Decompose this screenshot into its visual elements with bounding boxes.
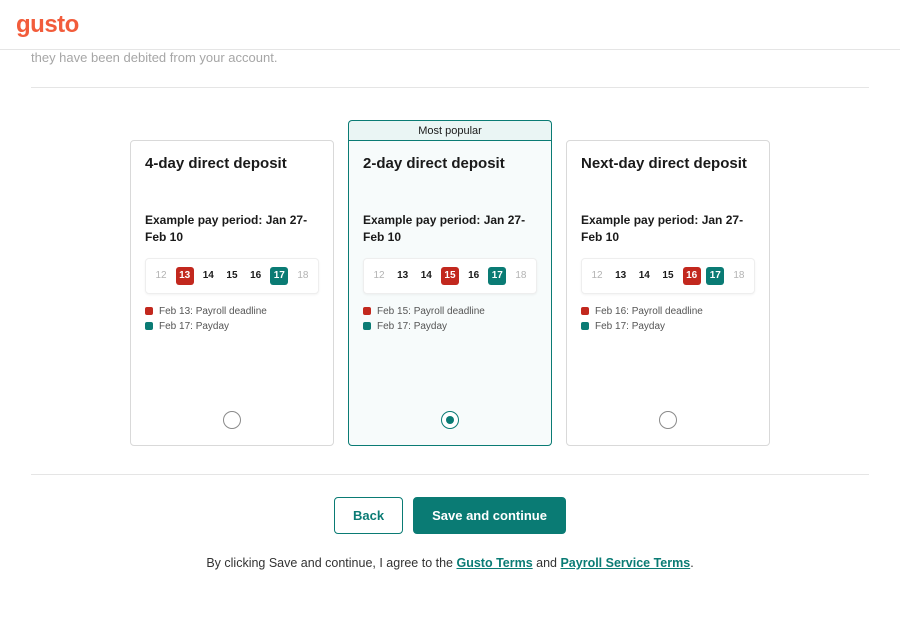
- calendar-day: 17: [488, 267, 506, 285]
- calendar-day: 17: [270, 267, 288, 285]
- terms-suffix: .: [690, 556, 693, 570]
- calendar-day: 15: [441, 267, 459, 285]
- plan-option-2[interactable]: Next-day direct deposit Example pay perio…: [566, 120, 770, 446]
- legend-row-deadline: Feb 16: Payroll deadline: [581, 306, 755, 317]
- description-fragment: they have been debited from your account…: [31, 50, 869, 65]
- calendar-day: 17: [706, 267, 724, 285]
- payroll-service-terms-link[interactable]: Payroll Service Terms: [560, 556, 690, 570]
- legend-row-payday: Feb 17: Payday: [581, 321, 755, 332]
- example-pay-period-label: Example pay period: Jan 27-Feb 10: [145, 212, 319, 246]
- gusto-terms-link[interactable]: Gusto Terms: [456, 556, 532, 570]
- plan-radio[interactable]: [441, 411, 459, 429]
- legend-row-deadline: Feb 15: Payroll deadline: [363, 306, 537, 317]
- calendar-day: 16: [683, 267, 701, 285]
- calendar-day: 13: [394, 267, 412, 285]
- legend-deadline-text: Feb 15: Payroll deadline: [377, 306, 485, 317]
- legend: Feb 16: Payroll deadline Feb 17: Payday: [581, 306, 755, 332]
- terms-mid: and: [533, 556, 561, 570]
- plan-option-1[interactable]: Most popular 2-day direct deposit Example …: [348, 120, 552, 446]
- app-header: gusto: [0, 0, 900, 50]
- legend: Feb 13: Payroll deadline Feb 17: Payday: [145, 306, 319, 332]
- swatch-payday: [581, 322, 589, 330]
- calendar-day: 15: [223, 267, 241, 285]
- back-button[interactable]: Back: [334, 497, 403, 534]
- calendar-day: 18: [294, 267, 312, 285]
- legend-payday-text: Feb 17: Payday: [595, 321, 665, 332]
- calendar-day: 14: [199, 267, 217, 285]
- calendar-day: 14: [635, 267, 653, 285]
- swatch-deadline: [363, 307, 371, 315]
- calendar-day: 12: [152, 267, 170, 285]
- plan-title: 4-day direct deposit: [145, 155, 319, 172]
- swatch-payday: [145, 322, 153, 330]
- plan-radio[interactable]: [659, 411, 677, 429]
- calendar-day: 13: [612, 267, 630, 285]
- plans-row: 4-day direct deposit Example pay period: …: [31, 120, 869, 446]
- legend-deadline-text: Feb 16: Payroll deadline: [595, 306, 703, 317]
- bottom-divider: [31, 474, 869, 475]
- legend-payday-text: Feb 17: Payday: [159, 321, 229, 332]
- legend-deadline-text: Feb 13: Payroll deadline: [159, 306, 267, 317]
- swatch-payday: [363, 322, 371, 330]
- action-bar: Back Save and continue: [31, 497, 869, 534]
- plan-title: Next-day direct deposit: [581, 155, 755, 172]
- example-pay-period-label: Example pay period: Jan 27-Feb 10: [363, 212, 537, 246]
- section-divider: [31, 87, 869, 88]
- legend-row-payday: Feb 17: Payday: [363, 321, 537, 332]
- gusto-logo: gusto: [16, 11, 79, 39]
- calendar-day: 14: [417, 267, 435, 285]
- calendar-day: 16: [247, 267, 265, 285]
- swatch-deadline: [145, 307, 153, 315]
- calendar-day: 18: [730, 267, 748, 285]
- save-and-continue-button[interactable]: Save and continue: [413, 497, 566, 534]
- terms-prefix: By clicking Save and continue, I agree t…: [206, 556, 456, 570]
- calendar-day: 18: [512, 267, 530, 285]
- plan-card: 2-day direct deposit Example pay period: …: [348, 140, 552, 446]
- calendar-day: 16: [465, 267, 483, 285]
- mini-calendar: 12 13 14 15 16 17 18: [581, 258, 755, 294]
- plan-option-0[interactable]: 4-day direct deposit Example pay period: …: [130, 120, 334, 446]
- legend-row-deadline: Feb 13: Payroll deadline: [145, 306, 319, 317]
- plan-card: 4-day direct deposit Example pay period: …: [130, 140, 334, 446]
- legend-payday-text: Feb 17: Payday: [377, 321, 447, 332]
- mini-calendar: 12 13 14 15 16 17 18: [363, 258, 537, 294]
- terms-text: By clicking Save and continue, I agree t…: [31, 556, 869, 570]
- swatch-deadline: [581, 307, 589, 315]
- calendar-day: 13: [176, 267, 194, 285]
- calendar-day: 12: [588, 267, 606, 285]
- radio-wrap: [363, 411, 537, 435]
- example-pay-period-label: Example pay period: Jan 27-Feb 10: [581, 212, 755, 246]
- radio-wrap: [581, 411, 755, 435]
- most-popular-badge: Most popular: [348, 120, 552, 140]
- calendar-day: 12: [370, 267, 388, 285]
- plan-card: Next-day direct deposit Example pay perio…: [566, 140, 770, 446]
- radio-wrap: [145, 411, 319, 435]
- mini-calendar: 12 13 14 15 16 17 18: [145, 258, 319, 294]
- legend: Feb 15: Payroll deadline Feb 17: Payday: [363, 306, 537, 332]
- legend-row-payday: Feb 17: Payday: [145, 321, 319, 332]
- plan-radio[interactable]: [223, 411, 241, 429]
- calendar-day: 15: [659, 267, 677, 285]
- plan-title: 2-day direct deposit: [363, 155, 537, 172]
